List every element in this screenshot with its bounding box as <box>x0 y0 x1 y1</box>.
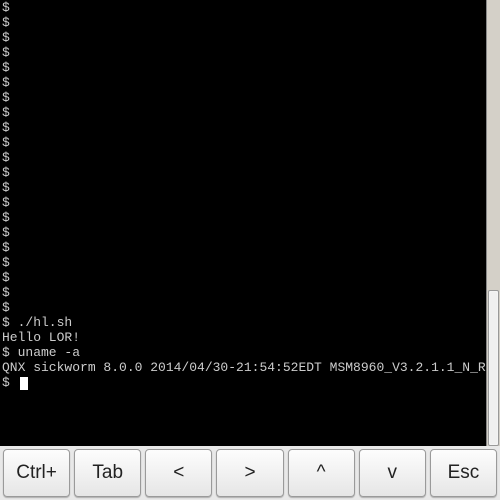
terminal-scrollbar[interactable] <box>486 0 500 446</box>
terminal-line: $ <box>2 240 484 255</box>
terminal-line: $ <box>2 45 484 60</box>
key-right[interactable]: > <box>216 449 283 497</box>
key-up[interactable]: ^ <box>288 449 355 497</box>
terminal-output[interactable]: $$$$$$$$$$$$$$$$$$$$$$ ./hl.shHello LOR!… <box>0 0 486 446</box>
terminal-line: $ <box>2 225 484 240</box>
terminal-line: $ <box>2 120 484 135</box>
key-down[interactable]: v <box>359 449 426 497</box>
terminal-line: $ <box>2 0 484 15</box>
terminal-line: $ <box>2 210 484 225</box>
terminal-line: $ <box>2 135 484 150</box>
scrollbar-thumb[interactable] <box>488 290 499 446</box>
terminal-line: $ <box>2 75 484 90</box>
terminal-container: $$$$$$$$$$$$$$$$$$$$$$ ./hl.shHello LOR!… <box>0 0 500 446</box>
terminal-line: $ <box>2 105 484 120</box>
key-left[interactable]: < <box>145 449 212 497</box>
terminal-line: $ uname -a <box>2 345 484 360</box>
terminal-line: $ <box>2 285 484 300</box>
terminal-line: $ ./hl.sh <box>2 315 484 330</box>
terminal-line: $ <box>2 180 484 195</box>
key-esc[interactable]: Esc <box>430 449 497 497</box>
terminal-line: $ <box>2 15 484 30</box>
terminal-line: Hello LOR! <box>2 330 484 345</box>
terminal-line: $ <box>2 60 484 75</box>
terminal-line: QNX sickworm 8.0.0 2014/04/30-21:54:52ED… <box>2 360 484 375</box>
terminal-line: $ <box>2 255 484 270</box>
terminal-line: $ <box>2 165 484 180</box>
soft-key-row: Ctrl+ Tab < > ^ v Esc <box>0 446 500 500</box>
key-ctrl[interactable]: Ctrl+ <box>3 449 70 497</box>
terminal-line: $ <box>2 150 484 165</box>
terminal-line: $ <box>2 270 484 285</box>
terminal-line: $ <box>2 375 484 390</box>
terminal-line: $ <box>2 195 484 210</box>
key-tab[interactable]: Tab <box>74 449 141 497</box>
terminal-line: $ <box>2 30 484 45</box>
terminal-line: $ <box>2 90 484 105</box>
terminal-cursor <box>20 377 28 390</box>
terminal-line: $ <box>2 300 484 315</box>
